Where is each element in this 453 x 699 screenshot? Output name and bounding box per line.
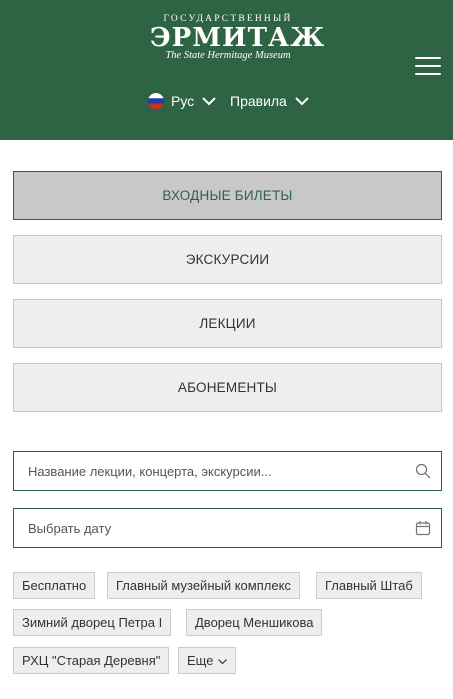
filter-chip-free[interactable]: Бесплатно <box>13 572 96 599</box>
search-icon[interactable] <box>415 463 431 479</box>
chip-label: Бесплатно <box>22 578 87 593</box>
more-label: Еще <box>187 653 214 668</box>
filter-chip-winter-palace-peter[interactable]: Зимний дворец Петра I <box>13 609 172 636</box>
chip-label: Главный Штаб <box>325 578 413 593</box>
filter-chip-general-staff[interactable]: Главный Штаб <box>316 572 422 599</box>
tab-entry-tickets[interactable]: ВХОДНЫЕ БИЛЕТЫ <box>13 171 442 220</box>
site-header: ГОСУДАРСТВЕННЫЙ ЭРМИТАЖ The State Hermit… <box>0 0 453 140</box>
chevron-down-icon <box>218 653 228 668</box>
tab-label: ВХОДНЫЕ БИЛЕТЫ <box>162 188 293 203</box>
tab-label: ЛЕКЦИИ <box>199 316 256 331</box>
chip-label: РХЦ "Старая Деревня" <box>22 653 161 668</box>
calendar-icon[interactable] <box>415 520 431 536</box>
russia-flag-icon <box>148 93 164 109</box>
filter-chip-menshikov-palace[interactable]: Дворец Меншикова <box>186 609 323 636</box>
chip-label: Дворец Меншикова <box>195 615 314 630</box>
search-field[interactable] <box>13 451 442 491</box>
logo-subtitle: The State Hermitage Museum <box>165 50 291 61</box>
chevron-down-icon <box>202 93 216 109</box>
date-input[interactable] <box>28 520 388 536</box>
rules-dropdown[interactable]: Правила <box>230 92 309 110</box>
chevron-down-icon <box>295 93 309 109</box>
filter-chip-staraya-derevnya[interactable]: РХЦ "Старая Деревня" <box>13 647 170 674</box>
chip-label: Зимний дворец Петра I <box>22 615 163 630</box>
tab-subscriptions[interactable]: АБОНЕМЕНТЫ <box>13 363 442 412</box>
rules-label: Правила <box>230 93 287 109</box>
logo-main-title: ЭРМИТАЖ <box>150 23 326 53</box>
search-input[interactable] <box>28 463 388 479</box>
tab-label: ЭКСКУРСИИ <box>185 252 270 267</box>
hermitage-logo[interactable]: ГОСУДАРСТВЕННЫЙ ЭРМИТАЖ The State Hermit… <box>150 14 326 62</box>
tab-lectures[interactable]: ЛЕКЦИИ <box>13 299 442 348</box>
date-field[interactable] <box>13 508 442 548</box>
language-label: Рус <box>171 93 195 109</box>
tab-label: АБОНЕМЕНТЫ <box>177 380 278 395</box>
filter-chip-main-complex[interactable]: Главный музейный комплекс <box>107 572 300 599</box>
filter-more-button[interactable]: Еще <box>178 647 237 674</box>
language-selector[interactable]: Рус <box>148 92 216 110</box>
hamburger-menu-icon[interactable] <box>415 57 441 77</box>
chip-label: Главный музейный комплекс <box>116 578 291 593</box>
tab-excursions[interactable]: ЭКСКУРСИИ <box>13 235 442 284</box>
